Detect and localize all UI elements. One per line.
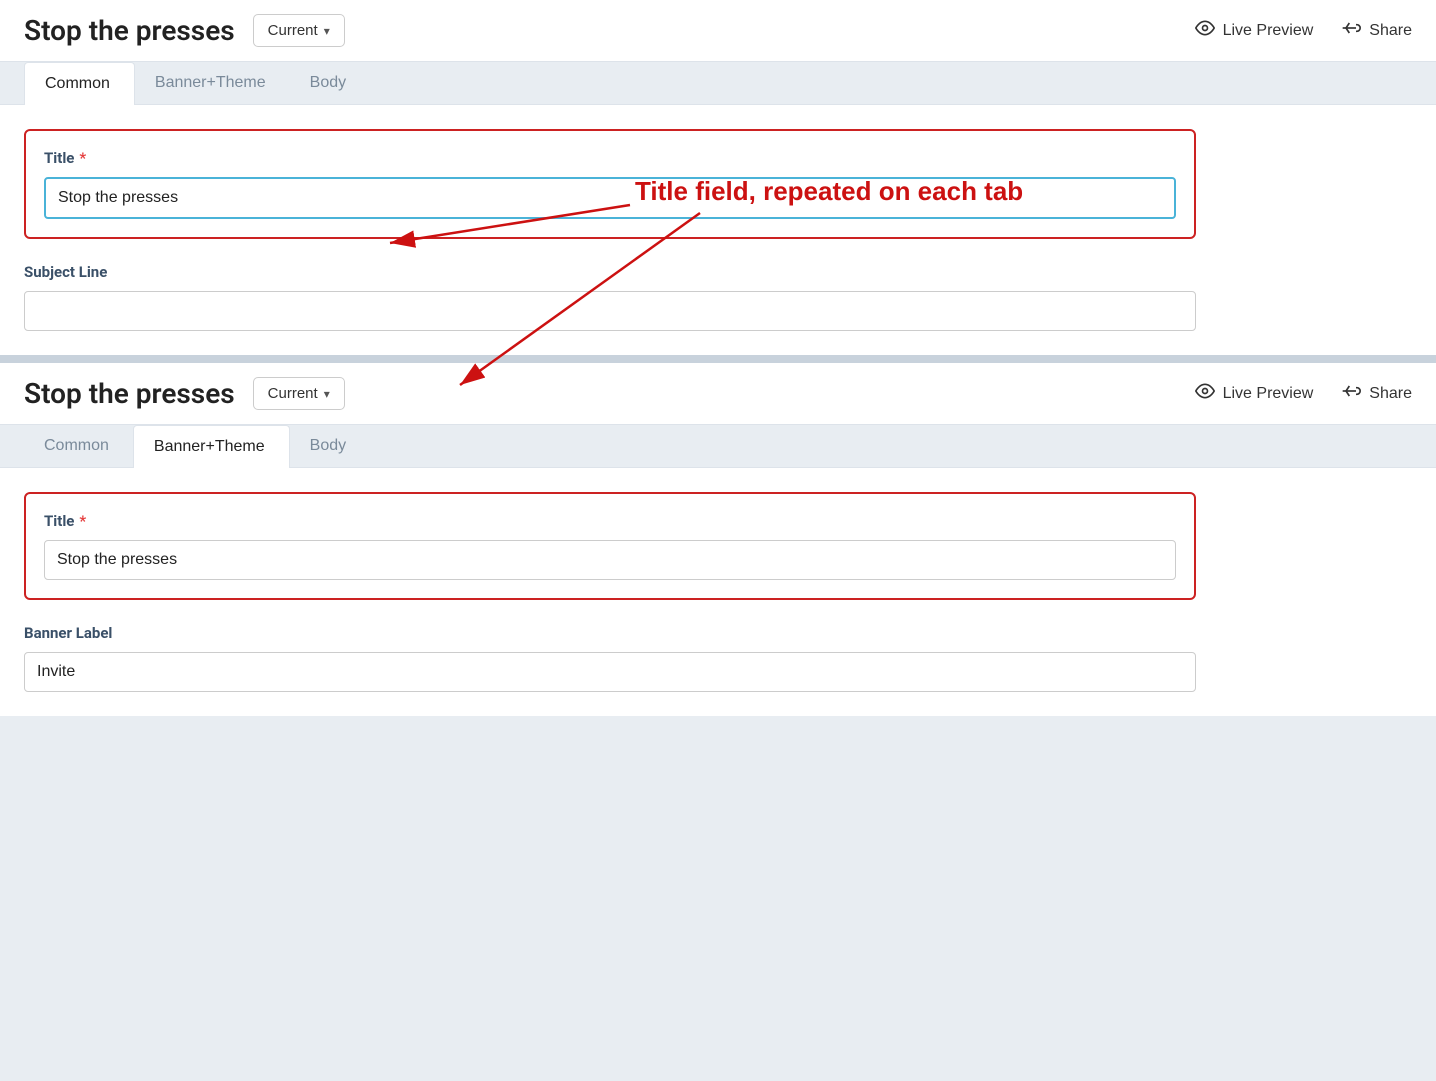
- eye-icon: [1195, 18, 1215, 43]
- page-title: Stop the presses: [24, 14, 235, 47]
- tab-common-top[interactable]: Common: [24, 62, 135, 105]
- version-selector-bottom[interactable]: Current ▾: [253, 377, 345, 410]
- banner-label-input[interactable]: [24, 652, 1196, 692]
- header-actions: Live Preview Share: [1195, 18, 1412, 43]
- bottom-panel: Stop the presses Current ▾ Live Preview: [0, 363, 1436, 716]
- subject-label: Subject Line: [24, 263, 1196, 281]
- top-content-area: Title * Subject Line: [0, 105, 1220, 355]
- bottom-content-area: Title * Banner Label: [0, 468, 1220, 716]
- bottom-header: Stop the presses Current ▾ Live Preview: [0, 363, 1436, 425]
- title-input-bottom[interactable]: [44, 540, 1176, 580]
- version-label-bottom: Current: [268, 385, 318, 402]
- subject-line-section: Subject Line: [24, 263, 1196, 331]
- title-label-bottom: Title *: [44, 512, 1176, 530]
- share-icon: [1341, 18, 1361, 43]
- version-selector[interactable]: Current ▾: [253, 14, 345, 47]
- top-header: Stop the presses Current ▾ Live Preview: [0, 0, 1436, 62]
- tab-body-bottom[interactable]: Body: [290, 425, 370, 467]
- banner-label-section: Banner Label: [24, 624, 1196, 692]
- header-actions-bottom: Live Preview Share: [1195, 381, 1412, 406]
- title-input-top[interactable]: [44, 177, 1176, 219]
- chevron-down-icon-bottom: ▾: [324, 387, 330, 401]
- share-button[interactable]: Share: [1341, 18, 1412, 43]
- live-preview-button-bottom[interactable]: Live Preview: [1195, 381, 1314, 406]
- share-button-bottom[interactable]: Share: [1341, 381, 1412, 406]
- required-star-top: *: [79, 149, 86, 167]
- live-preview-button[interactable]: Live Preview: [1195, 18, 1314, 43]
- page-title-bottom: Stop the presses: [24, 377, 235, 410]
- eye-icon-bottom: [1195, 381, 1215, 406]
- subject-line-input[interactable]: [24, 291, 1196, 331]
- tab-banner-theme-top[interactable]: Banner+Theme: [135, 62, 290, 104]
- share-icon-bottom: [1341, 381, 1361, 406]
- tab-body-top[interactable]: Body: [290, 62, 370, 104]
- title-field-box-top: Title *: [24, 129, 1196, 239]
- bottom-tabs: Common Banner+Theme Body: [0, 425, 1436, 468]
- tab-banner-theme-bottom[interactable]: Banner+Theme: [133, 425, 290, 468]
- required-star-bottom: *: [79, 512, 86, 530]
- live-preview-label: Live Preview: [1223, 22, 1314, 40]
- top-panel: Stop the presses Current ▾ Live Preview: [0, 0, 1436, 355]
- panel-divider: [0, 355, 1436, 363]
- chevron-down-icon: ▾: [324, 24, 330, 38]
- version-label: Current: [268, 22, 318, 39]
- live-preview-label-bottom: Live Preview: [1223, 385, 1314, 403]
- share-label: Share: [1369, 22, 1412, 40]
- tab-common-bottom[interactable]: Common: [24, 425, 133, 467]
- top-tabs: Common Banner+Theme Body: [0, 62, 1436, 105]
- share-label-bottom: Share: [1369, 385, 1412, 403]
- title-label-top: Title *: [44, 149, 1176, 167]
- banner-label-label: Banner Label: [24, 624, 1196, 642]
- title-field-box-bottom: Title *: [24, 492, 1196, 600]
